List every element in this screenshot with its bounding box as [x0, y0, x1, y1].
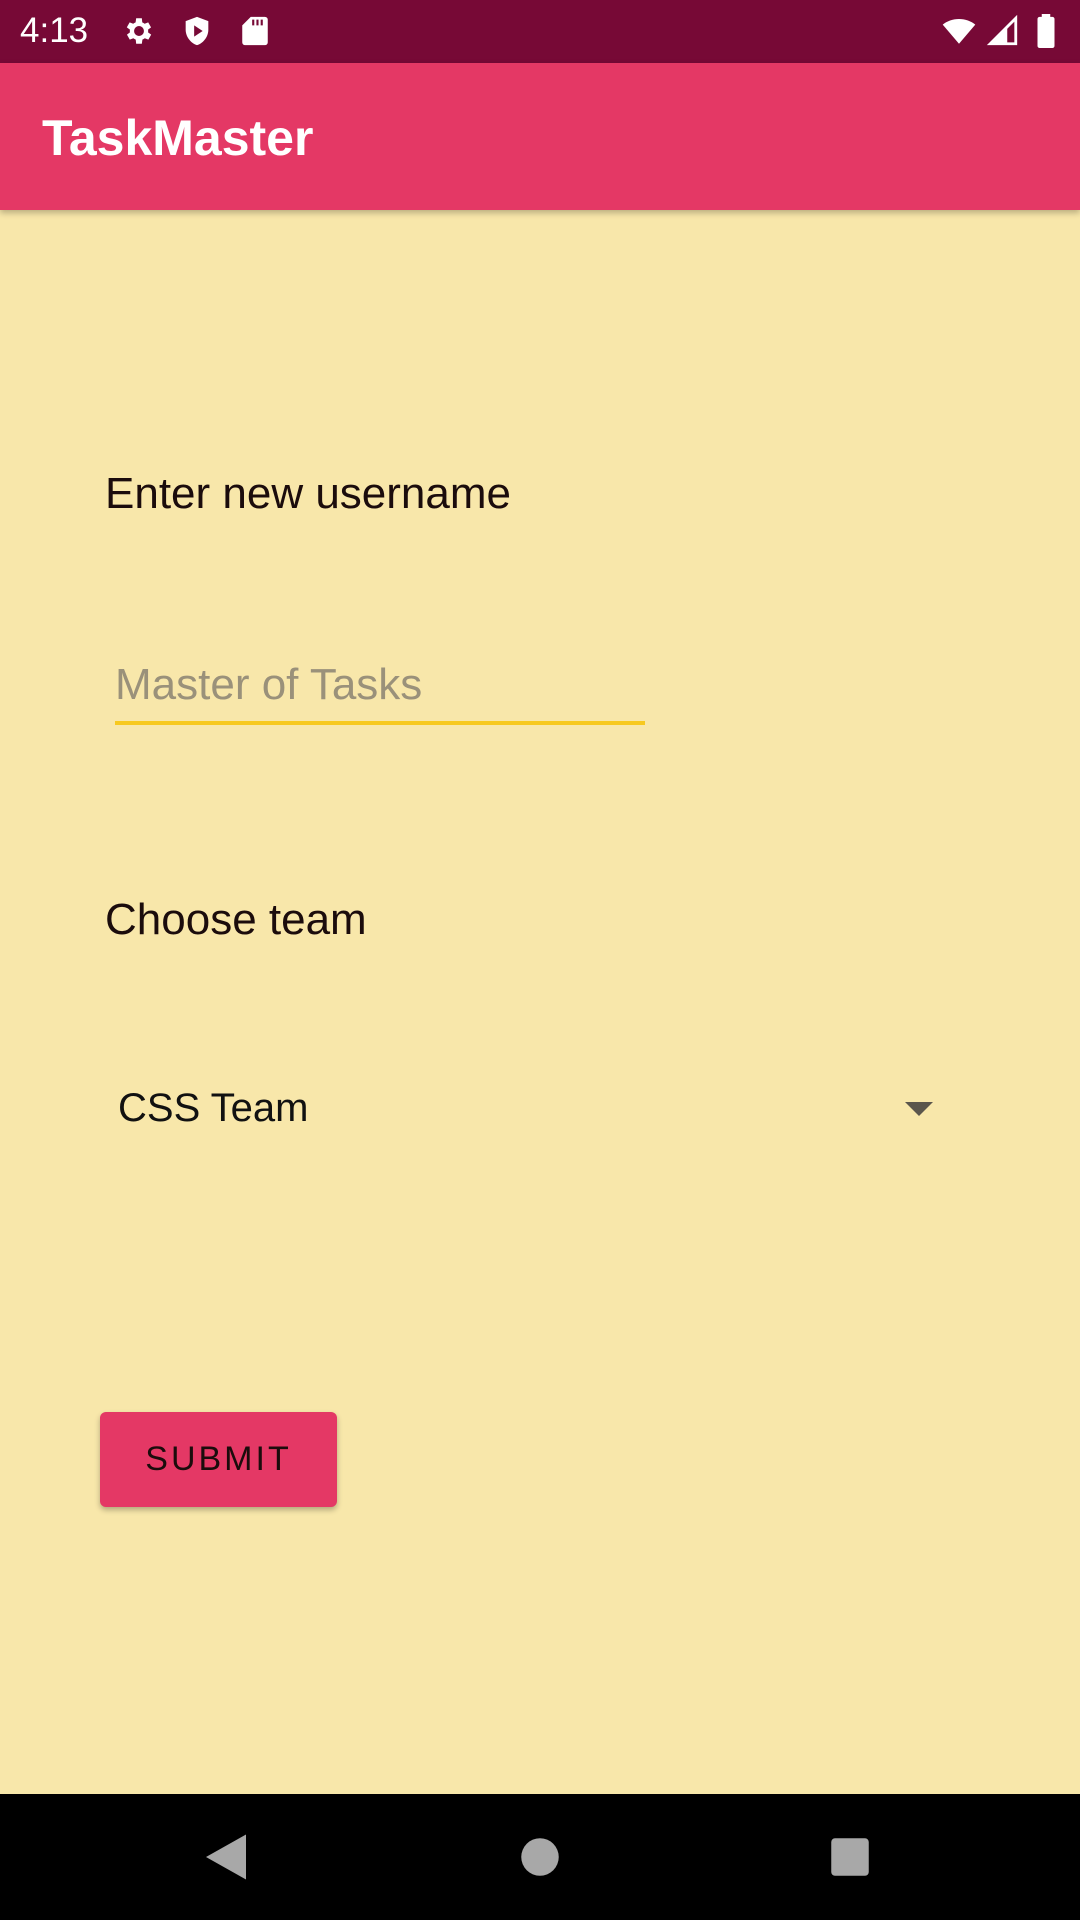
team-select[interactable]: CSS Team: [105, 1070, 945, 1150]
dropdown-arrow-icon: [905, 1102, 933, 1116]
home-icon[interactable]: [510, 1827, 570, 1887]
app-bar: TaskMaster: [0, 63, 1080, 210]
sd-card-icon: [238, 14, 272, 48]
wifi-icon: [942, 14, 976, 48]
status-time: 4:13: [20, 11, 89, 50]
navigation-bar: [0, 1794, 1080, 1920]
shield-icon: [180, 14, 214, 48]
team-label: Choose team: [105, 895, 367, 944]
username-label: Enter new username: [105, 469, 511, 518]
username-input[interactable]: [115, 655, 645, 725]
gear-icon: [122, 14, 156, 48]
status-bar: 4:13: [0, 0, 1080, 63]
team-select-value: CSS Team: [118, 1086, 309, 1130]
app-title: TaskMaster: [42, 110, 314, 166]
battery-icon: [1032, 14, 1060, 48]
recents-icon[interactable]: [820, 1827, 880, 1887]
submit-button[interactable]: SUBMIT: [100, 1412, 337, 1507]
signal-icon: [986, 14, 1020, 48]
back-icon[interactable]: [196, 1827, 256, 1887]
